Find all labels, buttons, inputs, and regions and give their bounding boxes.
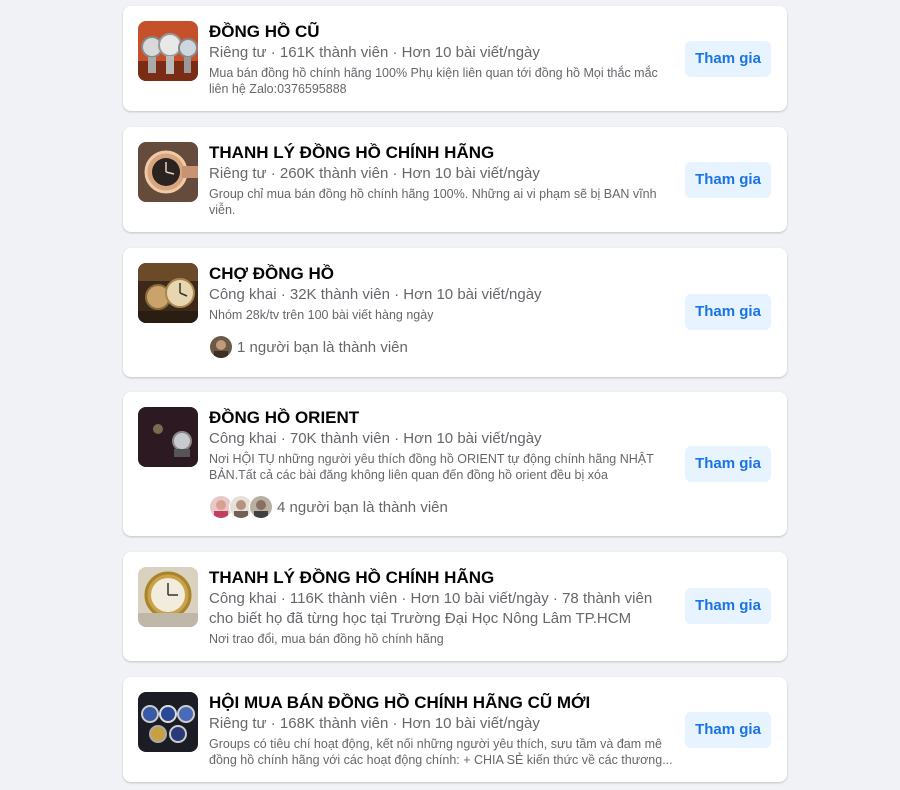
- group-name[interactable]: ĐỒNG HỒ CŨ: [209, 21, 679, 43]
- friends-member-text[interactable]: 1 người bạn là thành viên: [237, 339, 408, 356]
- group-meta: Riêng tư · 260K thành viên · Hơn 10 bài …: [209, 165, 540, 182]
- group-info: THANH LÝ ĐỒNG HỒ CHÍNH HÃNG Riêng tư · 2…: [209, 142, 679, 218]
- group-thumbnail[interactable]: [138, 692, 198, 752]
- group-name[interactable]: THANH LÝ ĐỒNG HỒ CHÍNH HÃNG: [209, 142, 679, 164]
- group-info: THANH LÝ ĐỒNG HỒ CHÍNH HÃNG Công khai · …: [209, 567, 679, 647]
- join-group-button[interactable]: Tham gia: [685, 712, 771, 748]
- group-meta: Riêng tư · 161K thành viên · Hơn 10 bài …: [209, 44, 540, 61]
- group-card: THANH LÝ ĐỒNG HỒ CHÍNH HÃNG Riêng tư · 2…: [123, 127, 787, 232]
- avatar[interactable]: [209, 335, 233, 359]
- group-meta: Riêng tư · 168K thành viên · Hơn 10 bài …: [209, 715, 540, 732]
- group-description: Group chỉ mua bán đồng hồ chính hãng 100…: [209, 187, 657, 217]
- avatar[interactable]: [249, 495, 273, 519]
- group-card: HỘI MUA BÁN ĐỒNG HỒ CHÍNH HÃNG CŨ MỚI Ri…: [123, 677, 787, 782]
- group-meta: Công khai · 70K thành viên · Hơn 10 bài …: [209, 430, 542, 447]
- friends-member-text[interactable]: 4 người bạn là thành viên: [277, 499, 448, 516]
- group-info: CHỢ ĐỒNG HỒ Công khai · 32K thành viên ·…: [209, 263, 679, 359]
- join-group-button[interactable]: Tham gia: [685, 41, 771, 77]
- group-thumbnail[interactable]: [138, 407, 198, 467]
- join-group-button[interactable]: Tham gia: [685, 446, 771, 482]
- group-description: Nhóm 28k/tv trên 100 bài viết hàng ngày: [209, 308, 434, 322]
- group-info: HỘI MUA BÁN ĐỒNG HỒ CHÍNH HÃNG CŨ MỚI Ri…: [209, 692, 679, 768]
- friend-avatars: [209, 335, 233, 359]
- join-group-button[interactable]: Tham gia: [685, 162, 771, 198]
- group-name[interactable]: THANH LÝ ĐỒNG HỒ CHÍNH HÃNG: [209, 567, 679, 589]
- group-description: Groups có tiêu chí hoạt động, kết nối nh…: [209, 737, 673, 767]
- group-meta: Công khai · 116K thành viên · Hơn 10 bài…: [209, 590, 653, 627]
- group-info: ĐỒNG HỒ CŨ Riêng tư · 161K thành viên · …: [209, 21, 679, 97]
- friends-member-row: 4 người bạn là thành viên: [209, 495, 679, 519]
- group-card: ĐỒNG HỒ ORIENT Công khai · 70K thành viê…: [123, 392, 787, 536]
- group-card: CHỢ ĐỒNG HỒ Công khai · 32K thành viên ·…: [123, 248, 787, 377]
- group-description: Nơi trao đổi, mua bán đồng hồ chính hãng: [209, 632, 444, 646]
- group-card: THANH LÝ ĐỒNG HỒ CHÍNH HÃNG Công khai · …: [123, 552, 787, 661]
- group-card: ĐỒNG HỒ CŨ Riêng tư · 161K thành viên · …: [123, 6, 787, 111]
- group-meta: Công khai · 32K thành viên · Hơn 10 bài …: [209, 286, 542, 303]
- group-info: ĐỒNG HỒ ORIENT Công khai · 70K thành viê…: [209, 407, 679, 519]
- group-results-list: ĐỒNG HỒ CŨ Riêng tư · 161K thành viên · …: [0, 0, 900, 790]
- group-thumbnail[interactable]: [138, 142, 198, 202]
- join-group-button[interactable]: Tham gia: [685, 588, 771, 624]
- friends-member-row: 1 người bạn là thành viên: [209, 335, 679, 359]
- group-name[interactable]: CHỢ ĐỒNG HỒ: [209, 263, 679, 285]
- group-description: Mua bán đồng hồ chính hãng 100% Phụ kiện…: [209, 66, 658, 96]
- group-thumbnail[interactable]: [138, 21, 198, 81]
- join-group-button[interactable]: Tham gia: [685, 294, 771, 330]
- friend-avatars: [209, 495, 273, 519]
- group-description: Nơi HỘI TỤ những người yêu thích đồng hồ…: [209, 452, 654, 482]
- group-name[interactable]: HỘI MUA BÁN ĐỒNG HỒ CHÍNH HÃNG CŨ MỚI: [209, 692, 679, 714]
- group-name[interactable]: ĐỒNG HỒ ORIENT: [209, 407, 679, 429]
- group-thumbnail[interactable]: [138, 567, 198, 627]
- group-thumbnail[interactable]: [138, 263, 198, 323]
